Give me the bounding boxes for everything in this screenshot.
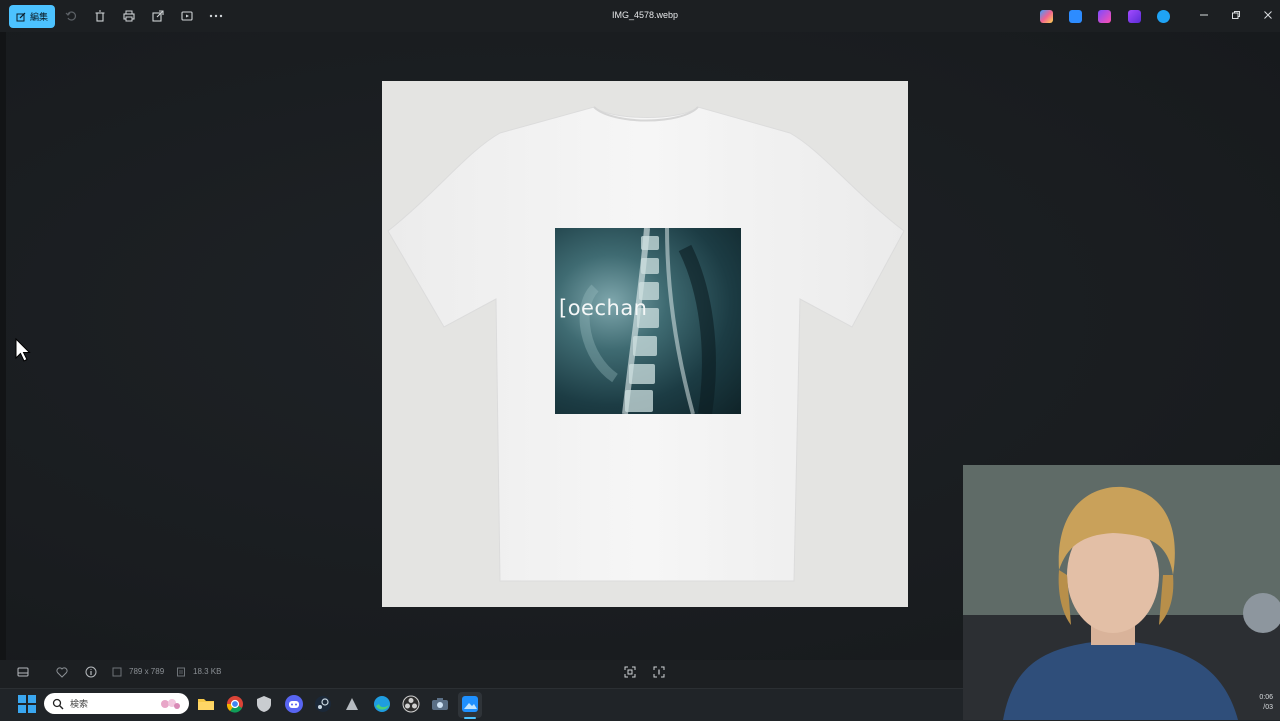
- taskbar-clock: 0:06 /03: [1253, 693, 1273, 713]
- restore-icon: [1232, 11, 1240, 19]
- file-explorer-icon[interactable]: [197, 695, 215, 713]
- chrome-icon[interactable]: [226, 695, 244, 713]
- edit-button[interactable]: 編集: [9, 5, 55, 28]
- close-button[interactable]: [1261, 8, 1275, 22]
- clock-time: 0:06: [1259, 694, 1273, 701]
- discord-icon[interactable]: [285, 695, 303, 713]
- dimensions-icon: [110, 665, 124, 679]
- actual-size-icon[interactable]: [652, 665, 666, 679]
- photo-image[interactable]: [oechan: [382, 81, 908, 607]
- onedrive-icon[interactable]: [1157, 10, 1170, 23]
- filmstrip-icon[interactable]: [16, 665, 30, 679]
- copilot-icon[interactable]: [1040, 10, 1053, 23]
- clipchamp-icon[interactable]: [1098, 10, 1111, 23]
- webcam-person-image: [963, 465, 1280, 720]
- delete-icon[interactable]: [93, 9, 107, 23]
- info-icon[interactable]: [84, 665, 98, 679]
- camera-icon[interactable]: [431, 695, 449, 713]
- active-app-indicator: [464, 717, 476, 719]
- more-icon[interactable]: [209, 9, 223, 23]
- clock-date: /03: [1263, 704, 1273, 711]
- file-name: IMG_4578.webp: [611, 10, 679, 20]
- image-dimensions: 789 x 789: [129, 667, 165, 676]
- steam-icon[interactable]: [314, 695, 332, 713]
- windows-start-icon[interactable]: [18, 695, 36, 713]
- search-highlight-icon: [161, 698, 180, 709]
- search-icon: [52, 698, 64, 709]
- restore-button[interactable]: [1229, 8, 1243, 22]
- designer-icon[interactable]: [1128, 10, 1141, 23]
- edge-icon[interactable]: [373, 695, 391, 713]
- webcam-overlay: [963, 465, 1280, 720]
- search-placeholder: 検索: [70, 700, 89, 710]
- share-icon[interactable]: [151, 9, 165, 23]
- print-icon[interactable]: [122, 9, 136, 23]
- spine-graphic: [579, 228, 716, 414]
- canvas-edge: [0, 32, 6, 660]
- photos-icon[interactable]: [1069, 10, 1082, 23]
- edit-button-label: 編集: [29, 13, 48, 23]
- minimize-icon: [1200, 14, 1208, 16]
- mri-print: [oechan: [555, 228, 741, 414]
- close-icon: [1264, 11, 1272, 19]
- file-size: 18.3 KB: [193, 667, 222, 676]
- file-size-icon: [174, 665, 188, 679]
- fit-to-window-icon[interactable]: [623, 665, 637, 679]
- favorite-icon[interactable]: [55, 665, 69, 679]
- obs-icon[interactable]: [402, 695, 420, 713]
- print-text: [oechan: [559, 296, 648, 320]
- minimize-button[interactable]: [1197, 8, 1211, 22]
- mouse-cursor-icon: [15, 338, 31, 362]
- rotate-icon[interactable]: [64, 9, 78, 23]
- slideshow-icon[interactable]: [180, 9, 194, 23]
- edit-icon: [16, 12, 26, 21]
- app-icon[interactable]: [343, 695, 361, 713]
- photos-app-icon[interactable]: [461, 695, 479, 713]
- taskbar-search[interactable]: 検索: [44, 693, 189, 714]
- shield-icon[interactable]: [255, 695, 273, 713]
